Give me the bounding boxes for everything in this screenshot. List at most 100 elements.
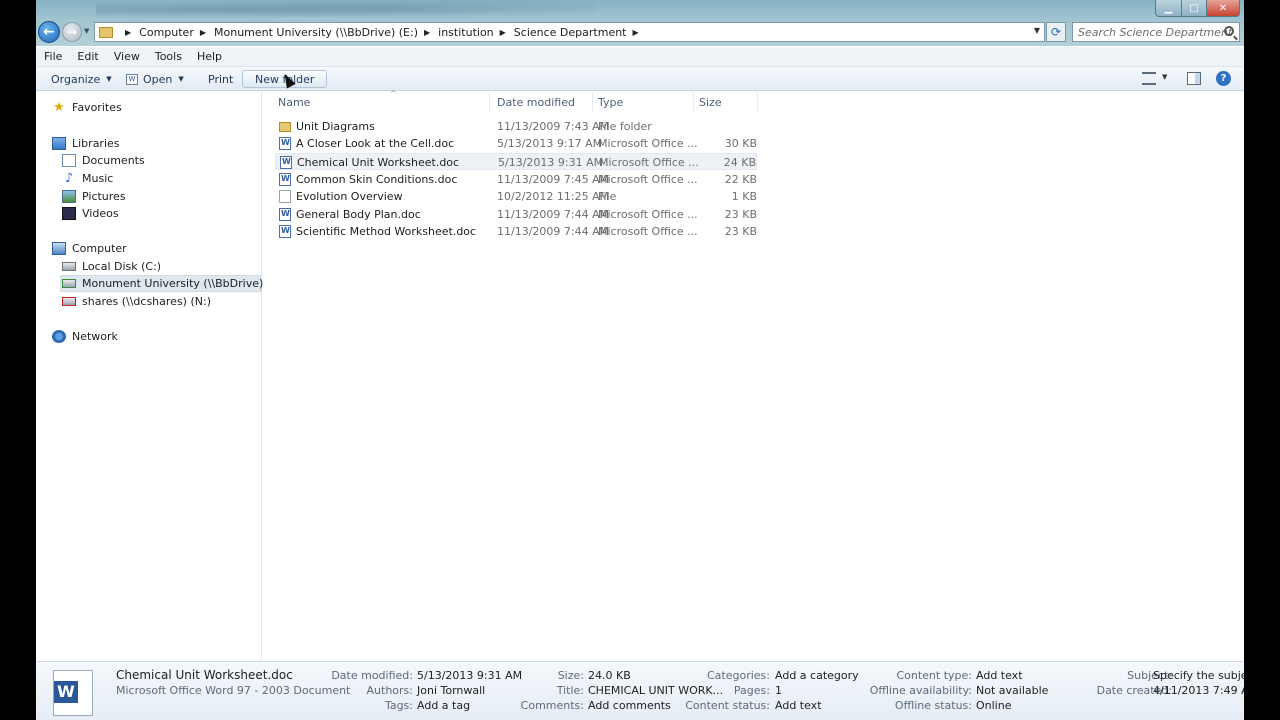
word-doc-icon [279, 137, 291, 150]
nav-network[interactable]: Network [52, 328, 118, 345]
comments-value[interactable]: Add comments [588, 699, 671, 712]
file-date: 11/13/2009 7:43 AM [497, 120, 610, 133]
close-button[interactable]: ✕ [1206, 0, 1240, 17]
title-label: Title: [556, 684, 584, 697]
nav-documents[interactable]: Documents [62, 152, 145, 169]
maximize-button[interactable]: □ [1181, 0, 1207, 17]
hard-drive-icon [62, 262, 76, 271]
nav-videos[interactable]: Videos [62, 205, 119, 222]
breadcrumb-science-department[interactable]: Science Department ▶ [514, 26, 647, 39]
file-type: Microsoft Office ... [598, 208, 698, 221]
network-icon [52, 330, 66, 343]
nav-libraries[interactable]: Libraries [52, 135, 120, 152]
file-row[interactable]: A Closer Look at the Cell.doc 5/13/2013 … [275, 135, 757, 152]
column-header-date-modified[interactable]: Date modified [492, 92, 593, 112]
authors-value[interactable]: Joni Tornwall [417, 684, 485, 697]
refresh-button[interactable]: ⟳ [1046, 22, 1066, 42]
videos-icon [62, 207, 76, 220]
file-type: File folder [598, 120, 652, 133]
folder-icon [279, 122, 291, 132]
nav-label: Local Disk (C:) [82, 260, 162, 273]
arrow-left-icon: ← [43, 24, 55, 40]
file-row[interactable]: Scientific Method Worksheet.doc 11/13/20… [275, 223, 757, 240]
nav-label: Pictures [82, 190, 126, 203]
file-name: Unit Diagrams [296, 120, 375, 133]
search-input[interactable]: Search Science Department [1072, 22, 1240, 42]
file-type: Microsoft Office ... [598, 137, 698, 150]
file-date: 11/13/2009 7:45 AM [497, 173, 610, 186]
offline-availability-value: Not available [976, 684, 1049, 697]
back-button[interactable]: ← [38, 21, 60, 43]
menu-help[interactable]: Help [197, 50, 222, 63]
aero-background [96, 0, 596, 20]
nav-pictures[interactable]: Pictures [62, 188, 126, 205]
file-row[interactable]: Common Skin Conditions.doc 11/13/2009 7:… [275, 171, 757, 188]
breadcrumb-sep[interactable]: ▶ [119, 28, 139, 37]
file-date: 11/13/2009 7:44 AM [497, 225, 610, 238]
categories-value[interactable]: Add a category [775, 669, 859, 682]
categories-label: Categories: [707, 669, 770, 682]
change-view-icon[interactable] [1142, 72, 1156, 85]
command-bar: Organize ▼ W Open ▼ Print New folder ▼ ? [36, 67, 1244, 91]
organize-button[interactable]: Organize ▼ [51, 70, 112, 88]
help-icon[interactable]: ? [1216, 71, 1231, 86]
column-header-type[interactable]: Type [593, 92, 694, 112]
nav-label: Computer [72, 242, 127, 255]
content-status-label: Content status: [685, 699, 770, 712]
print-button[interactable]: Print [208, 70, 233, 88]
preview-pane-icon[interactable] [1187, 72, 1201, 85]
nav-local-disk[interactable]: Local Disk (C:) [62, 258, 161, 275]
content-status-value[interactable]: Add text [775, 699, 822, 712]
nav-label: Documents [82, 154, 145, 167]
subject-value[interactable]: Specify the subject [1153, 669, 1244, 682]
nav-monument-university[interactable]: Monument University (\\BbDrive) (E:) [60, 275, 286, 292]
nav-music[interactable]: ♪ Music [62, 170, 113, 187]
column-header-name[interactable]: Name ^ [273, 89, 490, 112]
menu-view[interactable]: View [114, 50, 140, 63]
file-type: Microsoft Office ... [598, 225, 698, 238]
menu-tools[interactable]: Tools [155, 50, 182, 63]
date-created-value: 4/11/2013 7:49 AM [1153, 684, 1244, 697]
network-drive-icon [62, 279, 76, 288]
file-row[interactable]: General Body Plan.doc 11/13/2009 7:44 AM… [275, 206, 757, 223]
music-icon: ♪ [64, 171, 74, 186]
views-dropdown-icon[interactable]: ▼ [1162, 73, 1167, 81]
file-size: 23 KB [724, 208, 757, 221]
menu-file[interactable]: File [44, 50, 62, 63]
column-label: Date modified [497, 95, 575, 109]
nav-computer[interactable]: Computer [52, 240, 127, 257]
address-bar[interactable]: ▶ Computer ▶ Monument University (\\BbDri… [94, 22, 1045, 42]
breadcrumb-institution[interactable]: institution ▶ [438, 26, 514, 39]
file-row[interactable]: Unit Diagrams 11/13/2009 7:43 AM File fo… [275, 118, 757, 135]
date-modified-value: 5/13/2013 9:31 AM [417, 669, 523, 682]
word-app-icon: W [126, 73, 138, 85]
minimize-button[interactable]: ▁ [1155, 0, 1182, 17]
breadcrumb-monument-university[interactable]: Monument University (\\BbDrive) (E:) ▶ [214, 26, 438, 39]
tags-value[interactable]: Add a tag [417, 699, 470, 712]
search-icon[interactable] [1224, 26, 1234, 36]
file-date: 5/13/2013 9:31 AM [498, 156, 604, 169]
file-name: A Closer Look at the Cell.doc [296, 137, 455, 150]
file-row-selected[interactable]: Chemical Unit Worksheet.doc 5/13/2013 9:… [275, 153, 757, 170]
nav-favorites[interactable]: ★ Favorites [52, 99, 122, 116]
content-type-value[interactable]: Add text [976, 669, 1023, 682]
star-icon: ★ [53, 100, 65, 115]
address-dropdown-icon[interactable]: ▼ [1034, 26, 1040, 35]
sort-ascending-icon: ^ [390, 89, 397, 98]
word-doc-icon [279, 173, 291, 186]
file-row[interactable]: Evolution Overview 10/2/2012 11:25 AM Fi… [275, 188, 757, 205]
recent-pages-dropdown-icon[interactable]: ▼ [84, 27, 89, 35]
menu-edit[interactable]: Edit [77, 50, 98, 63]
file-type: Microsoft Office ... [598, 173, 698, 186]
documents-icon [62, 154, 76, 167]
forward-button[interactable]: → [62, 22, 82, 42]
arrow-right-icon: → [66, 25, 78, 39]
open-button[interactable]: W Open ▼ [126, 70, 184, 88]
column-header-size[interactable]: Size [694, 92, 758, 112]
title-value[interactable]: CHEMICAL UNIT WORK... [588, 684, 723, 697]
search-placeholder: Search Science Department [1078, 25, 1233, 39]
offline-availability-label: Offline availability: [869, 684, 972, 697]
breadcrumb-computer[interactable]: Computer ▶ [139, 26, 214, 39]
nav-shares[interactable]: shares (\\dcshares) (N:) [62, 293, 211, 310]
nav-label: Network [72, 330, 118, 343]
